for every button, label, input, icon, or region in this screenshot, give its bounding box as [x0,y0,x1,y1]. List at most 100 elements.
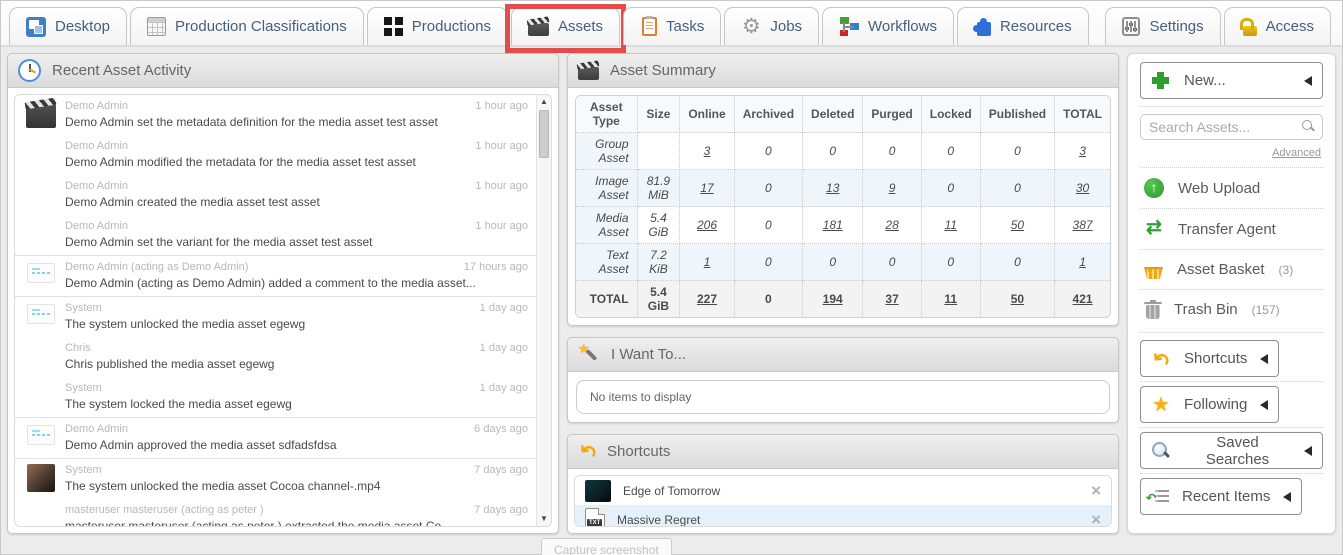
scroll-up-button[interactable]: ▲ [537,95,551,109]
asset-count-link[interactable]: 30 [1076,181,1089,195]
activity-list-item[interactable]: Demo Admin 1 hour ago Demo Admin created t… [15,175,536,215]
sidebar-item-asset-basket[interactable]: Asset Basket(3) [1140,254,1323,285]
asset-count-link[interactable]: 387 [1073,218,1093,232]
asset-count-link[interactable]: 181 [823,218,843,232]
plus-icon [1151,71,1171,91]
puzzle-icon [977,22,991,36]
asset-count-link[interactable]: 1 [704,255,711,269]
asset-count-link[interactable]: 17 [700,181,713,195]
sidebar-item-label: Web Upload [1178,180,1260,197]
activity-list-item[interactable]: System1 day agoThe system locked the med… [15,377,536,417]
summary-col-header: TOTAL [1055,96,1110,133]
asset-count-link[interactable]: 3 [1079,144,1086,158]
activity-list-item[interactable]: Demo Admin (acting as Demo Admin)17 hour… [15,255,536,296]
tab-workflows[interactable]: Workflows [822,7,954,45]
tab-production-classifications[interactable]: Production Classifications [130,7,364,45]
sidebar-buttons: Shortcuts ★Following Saved Searches Recent … [1140,340,1323,515]
scroll-down-button[interactable]: ▼ [537,512,551,526]
sidebar-item-web-upload[interactable]: Web Upload [1140,172,1323,204]
tab-resources[interactable]: Resources [957,7,1089,45]
activity-user: System [65,302,102,314]
asset-count-link[interactable]: 194 [823,292,843,306]
trash-icon [1146,305,1160,319]
asset-count-link[interactable]: 37 [885,292,898,306]
activity-scrollbar[interactable]: ▲ ▼ [536,95,551,526]
activity-list-item[interactable]: System7 days agoThe system unlocked the … [15,458,536,499]
tab-assets[interactable]: Assets [511,7,620,45]
asset-count-link[interactable]: 13 [826,181,839,195]
sidebar-button-following[interactable]: ★Following [1140,386,1279,423]
search-icon[interactable] [1302,120,1316,134]
activity-list-item[interactable]: Demo Admin1 hour agoDemo Admin modified … [15,135,536,175]
tab-productions[interactable]: Productions [367,7,508,45]
activity-list-item[interactable]: System 1 day ago The system unlocked the m… [15,296,536,337]
summary-cell: 9 [863,170,921,207]
tab-access[interactable]: Access [1224,7,1331,45]
activity-list-item[interactable]: masteruser masteruser (acting as peter )… [15,499,536,526]
asset-count-link[interactable]: 3 [704,144,711,158]
asset-count-link[interactable]: 50 [1011,292,1024,306]
asset-count-link[interactable]: 50 [1011,218,1024,232]
asset-count-link[interactable]: 227 [697,292,717,306]
i-want-to-body: No items to display [568,372,1118,422]
activity-timestamp: 1 hour ago [475,180,528,192]
activity-list-item[interactable]: Demo Admin1 hour agoDemo Admin set the m… [15,95,536,135]
summary-cell: 0 [980,170,1054,207]
activity-timestamp: 17 hours ago [464,261,528,273]
asset-summary-table-wrap: Asset TypeSizeOnlineArchivedDeletedPurge… [575,95,1111,318]
tab-jobs[interactable]: ⚙Jobs [724,7,819,45]
summary-cell: 37 [863,281,921,318]
close-icon[interactable]: × [1091,511,1101,527]
divider [1140,427,1323,428]
activity-text: Demo Admin created the media asset test … [65,195,528,209]
asset-count-link[interactable]: 11 [945,218,957,232]
tab-settings[interactable]: Settings [1105,7,1220,45]
sidebar-item-transfer-agent[interactable]: ⇄Transfer Agent [1140,213,1323,245]
activity-thumb-col [23,382,59,411]
activity-user: masteruser masteruser (acting as peter ) [65,504,264,516]
advanced-search-link[interactable]: Advanced [1272,147,1321,159]
summary-cell: Image Asset [576,170,637,207]
asset-count-link[interactable]: 421 [1073,292,1093,306]
shortcuts-list: Edge of Tomorrow×Massive Regret×Snow Leo… [575,476,1111,526]
sidebar-button-label: Following [1184,396,1247,413]
sidebar-button-shortcuts[interactable]: Shortcuts [1140,340,1279,377]
activity-list-item[interactable]: Demo Admin6 days agoDemo Admin approved … [15,417,536,458]
divider [1140,249,1323,250]
close-icon[interactable]: × [1091,482,1101,499]
sidebar-button-saved-searches[interactable]: Saved Searches [1140,432,1323,469]
i-want-to-panel: I Want To... No items to display [567,337,1119,423]
scrollbar-thumb[interactable] [539,110,549,158]
sidebar-button-recent-items[interactable]: Recent Items [1140,478,1302,515]
scrollbar-track[interactable] [537,159,551,512]
new-button[interactable]: New... [1140,62,1323,99]
shortcut-item[interactable]: Edge of Tomorrow× [575,476,1111,505]
asset-count-link[interactable]: 206 [697,218,717,232]
new-button-label: New... [1184,72,1226,89]
shortcut-item[interactable]: Massive Regret× [575,505,1111,527]
activity-list-item[interactable]: Demo Admin1 hour agoDemo Admin set the v… [15,215,536,255]
transfer-arrows-icon: ⇄ [1144,219,1164,239]
activity-user: Demo Admin [65,180,128,192]
divider [1140,289,1323,290]
search-assets-input[interactable] [1140,114,1323,140]
tab-tasks[interactable]: Tasks [623,7,721,45]
shortcuts-list-box: Edge of Tomorrow×Massive Regret×Snow Leo… [574,475,1112,527]
asset-count-link[interactable]: 28 [885,218,898,232]
activity-list-item[interactable]: Chris1 day agoChris published the media … [15,337,536,377]
tab-label: Access [1266,18,1314,35]
activity-thumb-col [23,302,59,331]
activity-text: The system unlocked the media asset egew… [65,317,528,331]
activity-thumb-col [23,504,59,526]
asset-count-link[interactable]: 1 [1079,255,1086,269]
chevron-left-icon [1260,400,1268,410]
tab-desktop[interactable]: Desktop [9,7,127,45]
asset-count-link[interactable]: 11 [944,292,957,306]
asset-count-link[interactable]: 9 [889,181,896,195]
activity-item-main: Demo Admin 1 hour ago Demo Admin created t… [65,180,528,209]
activity-timestamp: 1 day ago [480,302,528,314]
summary-cell: 0 [734,281,802,318]
shortcuts-body: Edge of Tomorrow×Massive Regret×Snow Leo… [568,469,1118,533]
sidebar-item-trash-bin[interactable]: Trash Bin(157) [1140,294,1323,325]
divider [1140,167,1323,168]
